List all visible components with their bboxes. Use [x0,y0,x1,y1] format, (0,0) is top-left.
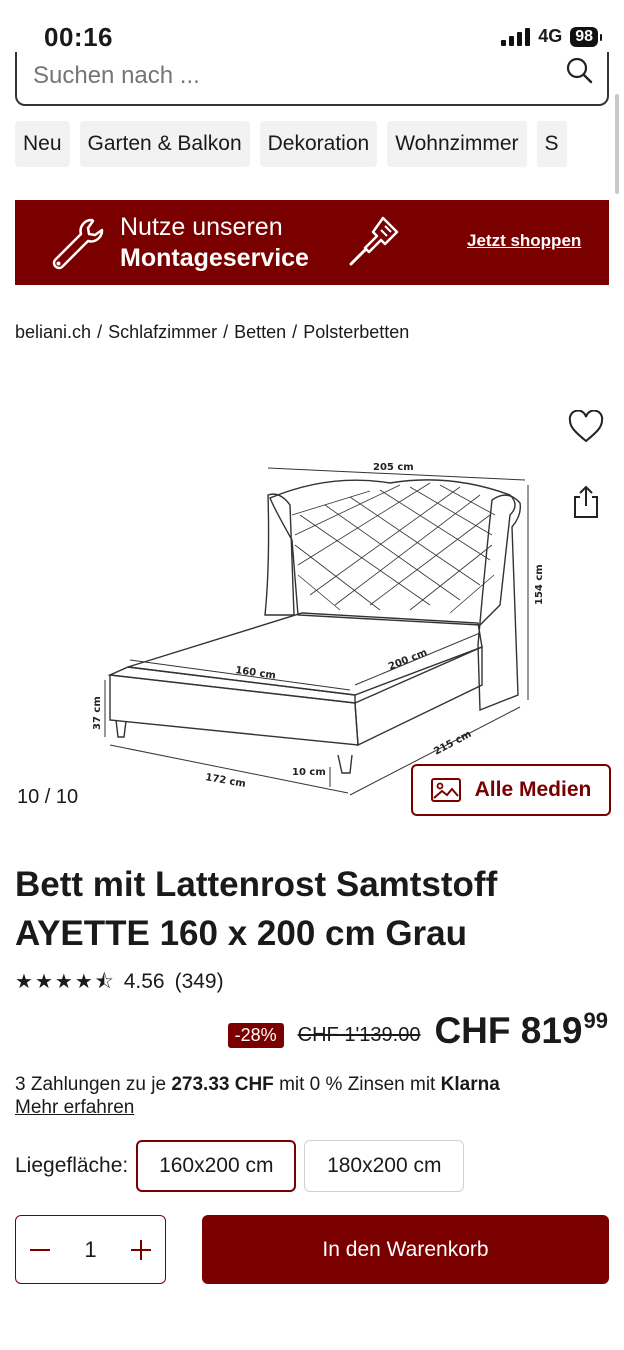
battery-icon: 98 [570,26,602,47]
banner-line2: Montageservice [120,244,309,272]
wishlist-heart-icon[interactable] [568,410,604,444]
breadcrumb-item-betten[interactable]: Betten [234,322,286,342]
more-info-link[interactable]: Mehr erfahren [15,1097,134,1119]
rating-stars: ★ ★ ★ ★ ⯪ [15,972,114,992]
dim-label-width: 205 cm [373,462,414,473]
product-title: Bett mit Lattenrost Samtstoff AYETTE 160… [15,865,498,953]
price-cents: 99 [583,1008,608,1033]
dim-label-side-height: 37 cm [92,696,103,730]
banner-line1: Nutze unseren [120,213,283,241]
minus-icon [30,1248,50,1251]
decrease-quantity-button[interactable] [24,1234,56,1266]
star-icon: ★ [34,971,53,993]
banner-shop-link[interactable]: Jetzt shoppen [467,231,581,251]
klarna-logo: Klarna [440,1074,500,1095]
category-chip-dekoration[interactable]: Dekoration [259,121,378,167]
old-price: CHF 1'139.00 [297,1024,421,1046]
installment-info: 3 Zahlungen zu je 273.33 CHF mit 0 % Zin… [15,1073,500,1097]
star-icon: ★ [74,971,93,993]
star-icon: ★ [15,971,33,993]
category-chip-more[interactable]: S [536,121,567,167]
breadcrumb: beliani.ch / Schlafzimmer / Betten / Polsterbe… [15,322,409,343]
signal-icon [501,27,531,46]
half-star-icon: ⯪ [94,971,114,993]
category-chip-neu[interactable]: Neu [15,121,70,167]
category-chip-garten[interactable]: Garten & Balkon [79,121,250,167]
add-to-cart-button[interactable]: In den Warenkorb [202,1215,609,1284]
dim-label-frame-width: 172 cm [204,772,246,790]
breadcrumb-item-polsterbetten[interactable]: Polsterbetten [303,322,409,342]
search-icon[interactable] [563,58,595,90]
scroll-indicator [615,94,619,194]
status-indicators: 4G 98 [501,26,602,47]
current-price: CHF 81999 [434,1008,608,1052]
gallery-counter: 10 / 10 [17,786,79,808]
breadcrumb-separator: / [223,322,229,342]
screwdriver-icon [349,216,399,266]
image-icon [430,778,461,802]
dim-label-mattress-width: 160 cm [235,665,277,682]
size-option-180x200[interactable]: 180x200 cm [304,1140,465,1192]
review-count: (349) [174,970,224,993]
star-icon: ★ [54,971,73,993]
all-media-label: Alle Medien [474,778,592,801]
breadcrumb-item-home[interactable]: beliani.ch [15,322,91,342]
status-time: 00:16 [44,22,113,52]
rating-value: 4.56 [123,970,165,993]
product-rating[interactable]: ★ ★ ★ ★ ⯪ 4.56 (349) [15,970,224,994]
dim-label-total-length: 215 cm [432,729,473,758]
size-selector: Liegefläche: 160x200 cm 180x200 cm [15,1140,472,1192]
network-label: 4G [538,26,563,46]
breadcrumb-separator: / [292,322,298,342]
share-icon[interactable] [570,484,602,520]
installment-prefix: 3 Zahlungen zu je [15,1074,167,1095]
montage-banner[interactable]: Nutze unseren Montageservice Jetzt shopp… [15,200,609,285]
increase-quantity-button[interactable] [125,1234,157,1266]
quantity-value[interactable]: 1 [84,1237,96,1263]
wrench-icon [52,218,104,270]
category-chip-wohnzimmer[interactable]: Wohnzimmer [387,121,527,167]
category-nav: Neu Garten & Balkon Dekoration Wohnzimmer S [15,121,609,167]
installment-suffix: mit 0 % Zinsen mit [279,1074,436,1095]
dim-label-leg-height: 10 cm [292,767,326,778]
breadcrumb-separator: / [97,322,103,342]
breadcrumb-item-schlafzimmer[interactable]: Schlafzimmer [108,322,217,342]
plus-icon [131,1239,151,1260]
search-box[interactable] [15,52,609,106]
quantity-stepper: 1 [15,1215,166,1284]
product-dimension-image[interactable]: 205 cm 154 cm 160 cm 200 cm 215 cm 172 c… [80,455,560,805]
installment-amount: 273.33 CHF [171,1074,274,1095]
size-option-160x200[interactable]: 160x200 cm [136,1140,297,1192]
banner-text: Nutze unseren Montageservice [120,212,309,274]
price-main: CHF 819 [434,1010,583,1051]
search-input[interactable] [33,62,533,90]
all-media-button[interactable]: Alle Medien [411,764,611,816]
discount-badge: -28% [227,1023,284,1048]
size-label: Liegefläche: [15,1154,129,1177]
price-row: -28% CHF 1'139.00 CHF 81999 [227,1008,608,1052]
dim-label-height: 154 cm [534,564,545,605]
